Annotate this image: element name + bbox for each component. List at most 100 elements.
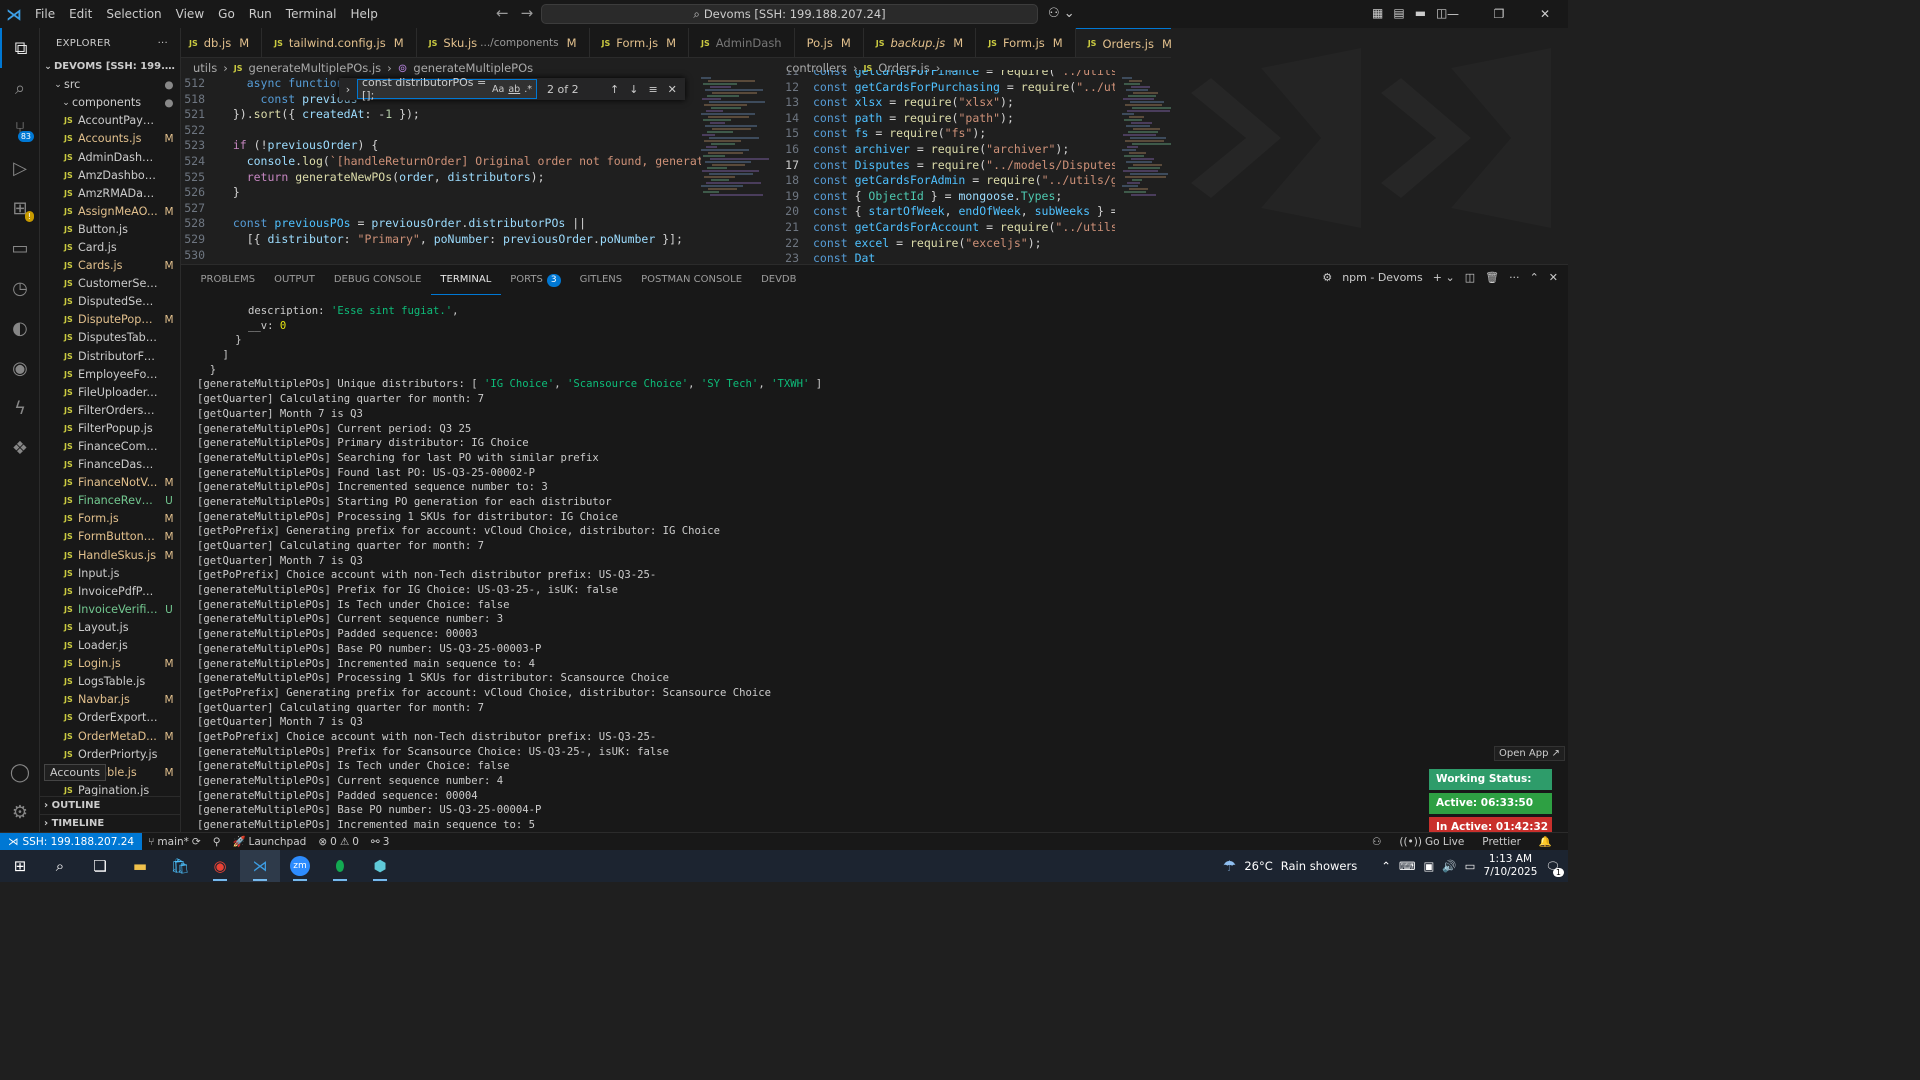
outline-section[interactable]: › OUTLINE bbox=[40, 796, 181, 814]
menu-terminal[interactable]: Terminal bbox=[279, 0, 344, 28]
split-terminal-icon[interactable]: ◫ bbox=[1465, 271, 1475, 284]
menu-file[interactable]: File bbox=[28, 0, 62, 28]
command-center[interactable]: ⌕ Devoms [SSH: 199.188.207.24] bbox=[541, 4, 1038, 24]
close-find-icon[interactable]: ✕ bbox=[668, 83, 677, 96]
editor-tab[interactable]: JS Form.js M bbox=[976, 28, 1076, 57]
file-item[interactable]: JSAmzDashboard.js bbox=[40, 167, 180, 185]
tab-postman-console[interactable]: POSTMAN CONSOLE bbox=[632, 265, 752, 295]
file-item[interactable]: JS FilterPopup.js bbox=[40, 420, 180, 438]
editor-tab[interactable]: JS backup.js M bbox=[864, 28, 977, 57]
run-debug-icon[interactable]: ▷ bbox=[0, 148, 40, 188]
workspace-root[interactable]: ⌄ DEVOMS [SSH: 199.188.20... bbox=[40, 58, 180, 76]
file-item[interactable]: JS FinanceNotV... M bbox=[40, 474, 180, 492]
file-item[interactable]: JS FinanceReveri... U bbox=[40, 492, 180, 510]
arrow-down-icon[interactable]: ↓ bbox=[629, 83, 638, 96]
ports-indicator[interactable]: ⚯ 3 bbox=[365, 836, 396, 848]
timeline-icon[interactable]: ◷ bbox=[0, 268, 40, 308]
store-icon[interactable]: 🛍 bbox=[160, 850, 200, 882]
file-item[interactable]: JS OrderMetaD... M bbox=[40, 727, 180, 745]
file-item[interactable]: JS Form.js M bbox=[40, 510, 180, 528]
file-item[interactable]: JS InvoiceVerific... U bbox=[40, 601, 180, 619]
maximize-panel-icon[interactable]: ⌃ bbox=[1530, 271, 1539, 284]
menu-run[interactable]: Run bbox=[242, 0, 279, 28]
terminal-output[interactable]: description: 'Esse sint fugiat.', __v: 0… bbox=[197, 304, 822, 833]
network-icon[interactable]: ▣ bbox=[1423, 859, 1434, 873]
file-item[interactable]: JSDisputedSection.js bbox=[40, 293, 180, 311]
python-icon[interactable]: ❖ bbox=[0, 428, 40, 468]
chevron-up-icon[interactable]: ⌃ bbox=[1381, 859, 1391, 873]
app-icon[interactable]: ⬢ bbox=[360, 850, 400, 882]
new-terminal-icon[interactable]: + ⌄ bbox=[1433, 271, 1455, 284]
file-item[interactable]: JSAccountPaymentP... bbox=[40, 112, 180, 130]
regex-toggle[interactable]: .* bbox=[524, 84, 532, 95]
windows-start-icon[interactable]: ⊞ bbox=[0, 850, 40, 882]
editor-tab[interactable]: JSOrders.jsM✕ bbox=[1075, 28, 1171, 57]
file-item[interactable]: JS Layout.js bbox=[40, 619, 180, 637]
search-view-icon[interactable]: ⌕ bbox=[0, 68, 40, 108]
copilot-icon[interactable]: ⚇ ⌄ bbox=[1048, 6, 1075, 21]
file-item[interactable]: JS Navbar.js M bbox=[40, 691, 180, 709]
search-taskbar-icon[interactable]: ⌕ bbox=[40, 850, 80, 882]
file-item[interactable]: JS Card.js bbox=[40, 239, 180, 257]
open-app-button[interactable]: Open App ↗ bbox=[1494, 746, 1565, 761]
editor-tab[interactable]: Po.js M bbox=[795, 28, 864, 57]
file-item[interactable]: JS FormButtons.js M bbox=[40, 528, 180, 546]
arrow-up-icon[interactable]: ↑ bbox=[610, 83, 619, 96]
toggle-sidebar-icon[interactable]: ▤ bbox=[1393, 6, 1404, 20]
tab-terminal[interactable]: TERMINAL bbox=[430, 265, 501, 295]
toggle-replace-icon[interactable]: › bbox=[339, 83, 357, 96]
file-item[interactable]: JS HandleSkus.js M bbox=[40, 547, 180, 565]
code-editor-left[interactable]: 512 async function h 518 const previous … bbox=[181, 76, 701, 263]
file-item[interactable]: JS AssignMeAO... M bbox=[40, 203, 180, 221]
restore-icon[interactable]: ❐ bbox=[1476, 0, 1522, 28]
file-item[interactable]: JS Accounts.js M bbox=[40, 130, 180, 148]
menu-view[interactable]: View bbox=[169, 0, 211, 28]
file-item[interactable]: JSEmployeeForm.js bbox=[40, 366, 180, 384]
remote-explorer-icon[interactable]: ▭ bbox=[0, 228, 40, 268]
folder-src[interactable]: ⌄ src ● bbox=[40, 76, 180, 94]
go-live-button[interactable]: ((•)) Go Live bbox=[1393, 835, 1470, 848]
file-item[interactable]: JSFilterOrdersTable.js bbox=[40, 402, 180, 420]
close-window-icon[interactable]: ✕ bbox=[1522, 0, 1568, 28]
weather-text[interactable]: Rain showers bbox=[1281, 859, 1357, 873]
mongodb-compass-icon[interactable]: ⬮ bbox=[320, 850, 360, 882]
more-actions-icon[interactable]: ··· bbox=[1509, 271, 1520, 284]
vscode-taskbar-icon[interactable]: ⋊ bbox=[240, 850, 280, 882]
weather-icon[interactable]: ☂ bbox=[1223, 857, 1236, 875]
file-item[interactable]: JSAdminDashboard.js bbox=[40, 148, 180, 166]
menu-go[interactable]: Go bbox=[211, 0, 242, 28]
launchpad-button[interactable]: 🚀 Launchpad bbox=[226, 835, 312, 849]
file-item[interactable]: JSAmzRMADashboar... bbox=[40, 185, 180, 203]
timeline-section[interactable]: › TIMELINE bbox=[40, 814, 181, 832]
forward-arrow-icon[interactable]: → bbox=[521, 4, 534, 22]
file-item[interactable]: JS OrderPriorty.js bbox=[40, 746, 180, 764]
editor-tab[interactable]: JS tailwind.config.js M bbox=[262, 28, 417, 57]
volume-icon[interactable]: 🔊 bbox=[1442, 859, 1456, 873]
thunder-client-icon[interactable]: ϟ bbox=[0, 388, 40, 428]
breadcrumb-symbol[interactable]: generateMultiplePOs bbox=[413, 61, 533, 75]
menu-help[interactable]: Help bbox=[344, 0, 385, 28]
file-item[interactable]: JSInvoicePdfPopup.js bbox=[40, 583, 180, 601]
notifications-bell-icon[interactable]: 🔔 bbox=[1533, 835, 1558, 848]
branch-indicator[interactable]: ⑂ main* ⟳ bbox=[142, 836, 207, 848]
tab-debug-console[interactable]: DEBUG CONSOLE bbox=[324, 265, 431, 295]
prettier-button[interactable]: Prettier bbox=[1476, 835, 1527, 848]
file-item[interactable]: JSDistributorForm.js bbox=[40, 348, 180, 366]
gitlens-status-icon[interactable]: ⚲ bbox=[207, 836, 227, 848]
file-item[interactable]: JS Loader.js bbox=[40, 637, 180, 655]
find-in-selection-icon[interactable]: ≡ bbox=[648, 83, 657, 96]
breadcrumb-file[interactable]: generateMultiplePOs.js bbox=[249, 61, 382, 75]
minimize-icon[interactable]: — bbox=[1430, 0, 1476, 28]
extensions-icon[interactable]: ⊞! bbox=[0, 188, 40, 228]
source-control-icon[interactable]: ⑂ 83 bbox=[0, 108, 40, 148]
explorer-icon[interactable]: ⧉ bbox=[0, 28, 40, 68]
file-item[interactable]: JS Cards.js M bbox=[40, 257, 180, 275]
editor-tab[interactable]: JS Form.js M bbox=[590, 28, 690, 57]
kill-terminal-icon[interactable]: 🗑 bbox=[1485, 271, 1499, 284]
breadcrumb-utils[interactable]: utils bbox=[193, 61, 217, 75]
folder-components[interactable]: ⌄ components ● bbox=[40, 94, 180, 112]
menu-edit[interactable]: Edit bbox=[62, 0, 99, 28]
chrome-icon[interactable]: ◉ bbox=[200, 850, 240, 882]
file-explorer-icon[interactable]: ▬ bbox=[120, 850, 160, 882]
editor-tab[interactable]: JS Sku.js .../components M bbox=[417, 28, 590, 57]
